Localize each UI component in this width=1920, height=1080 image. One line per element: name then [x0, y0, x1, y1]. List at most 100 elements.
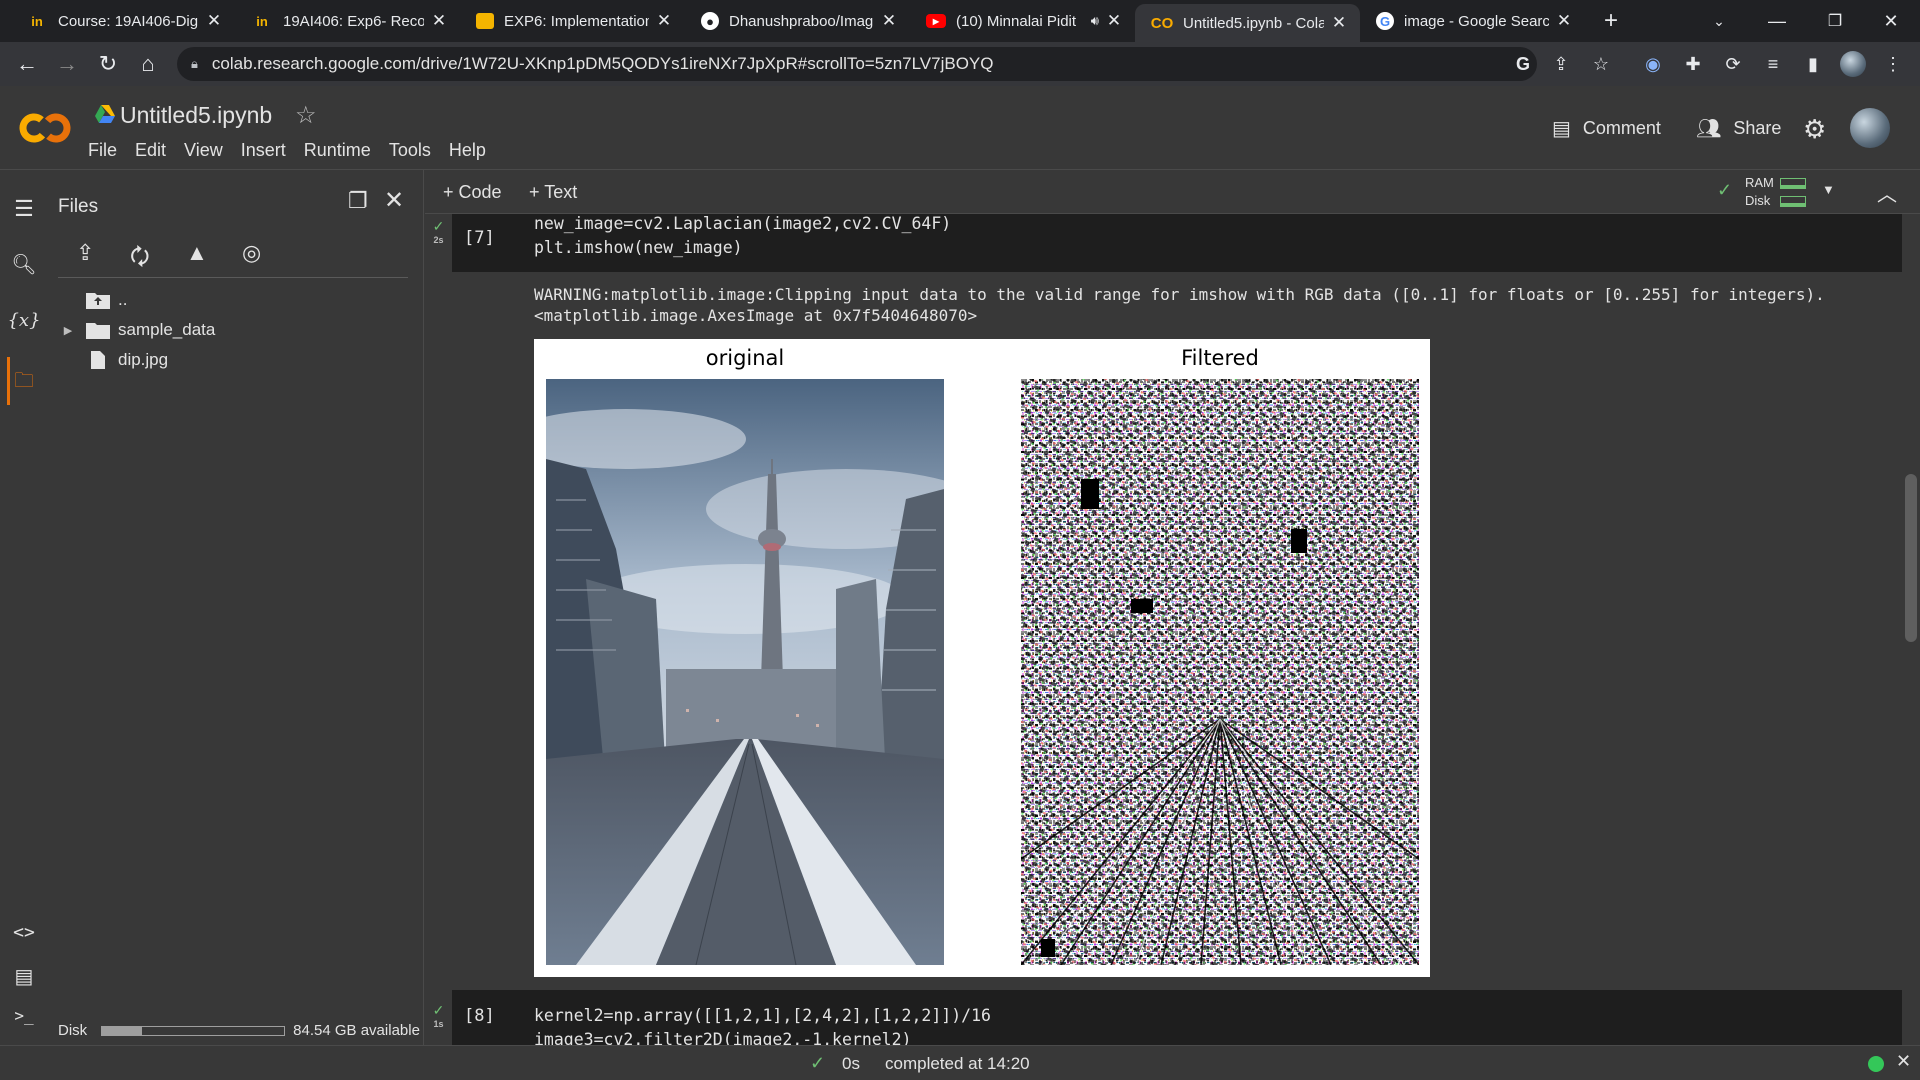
- menu-insert[interactable]: Insert: [241, 140, 286, 161]
- speaker-icon[interactable]: 🔊︎: [1091, 13, 1099, 29]
- window-close-icon[interactable]: ✕: [1862, 0, 1920, 42]
- share-button[interactable]: 👥︎ Share: [1696, 116, 1781, 141]
- tab-close-icon[interactable]: ✕: [1555, 11, 1573, 31]
- tab-close-icon[interactable]: ✕: [430, 11, 448, 31]
- side-panel-icon[interactable]: ▮: [1795, 42, 1831, 86]
- minimize-icon[interactable]: —: [1748, 0, 1806, 42]
- menu-help[interactable]: Help: [449, 140, 486, 161]
- tab-title: image - Google Searc: [1404, 12, 1549, 30]
- close-panel-icon[interactable]: ✕: [384, 186, 404, 215]
- code-snippets-icon[interactable]: <>: [0, 922, 48, 943]
- open-in-tab-icon[interactable]: ❐: [348, 188, 368, 214]
- code-line[interactable]: kernel2=np.array([[1,2,1],[2,4,2],[1,2,2…: [534, 1004, 991, 1028]
- menu-runtime[interactable]: Runtime: [304, 140, 371, 161]
- tab-close-icon[interactable]: ✕: [1330, 13, 1348, 33]
- code-line[interactable]: plt.imshow(new_image): [534, 236, 743, 260]
- star-icon[interactable]: ☆: [295, 101, 317, 130]
- code-line[interactable]: new_image=cv2.Laplacian(image2,cv2.CV_64…: [534, 214, 951, 236]
- tab-title: (10) Minnalai Pidit: [956, 12, 1077, 30]
- restore-icon[interactable]: ❐: [1806, 0, 1864, 42]
- tab-close-icon[interactable]: ✕: [655, 11, 673, 31]
- menu-file[interactable]: File: [88, 140, 117, 161]
- expand-caret-icon[interactable]: ▶: [58, 324, 78, 337]
- forward-arrow-icon[interactable]: →: [47, 42, 87, 86]
- terminal-icon[interactable]: >_: [0, 1006, 48, 1025]
- extension-icon[interactable]: ◉: [1635, 42, 1671, 86]
- browser-tab-colab-active[interactable]: CO Untitled5.ipynb - Cola ✕: [1135, 4, 1360, 42]
- puzzle-extensions-icon[interactable]: ✚: [1675, 42, 1711, 86]
- google-lens-icon[interactable]: G: [1505, 42, 1541, 86]
- status-close-icon[interactable]: ✕: [1896, 1051, 1911, 1072]
- search-icon[interactable]: 🔍︎: [0, 252, 48, 277]
- tab-close-icon[interactable]: ✕: [205, 11, 223, 31]
- resources-indicator[interactable]: RAM Disk: [1745, 174, 1807, 210]
- account-avatar[interactable]: [1850, 108, 1890, 148]
- url-text: colab.research.google.com/drive/1W72U-XK…: [211, 54, 994, 73]
- browser-tab-exp6-record[interactable]: in 19AI406: Exp6- Recorc ✕: [235, 0, 460, 42]
- cell-run-status[interactable]: ✓ 1s: [425, 1002, 452, 1029]
- command-palette-icon[interactable]: ▤: [0, 964, 48, 989]
- tab-search-chevron-icon[interactable]: ⌄: [1690, 0, 1748, 42]
- hide-files-icon[interactable]: ◎: [242, 240, 261, 266]
- cell-run-status[interactable]: ✓ 2s: [425, 218, 452, 245]
- ram-bar: [1779, 178, 1806, 190]
- notebook-scrollbar[interactable]: [1905, 474, 1917, 642]
- code-cell-8[interactable]: ✓ 1s [8] kernel2=np.array([[1,2,1],[2,4,…: [433, 990, 1902, 1045]
- menu-tools[interactable]: Tools: [389, 140, 431, 161]
- browser-tab-exp6-implementation[interactable]: EXP6: Implementation ✕: [460, 0, 685, 42]
- browser-menu-icon[interactable]: ⋮: [1875, 42, 1911, 86]
- home-icon[interactable]: ⌂: [128, 42, 168, 86]
- runtime-status-indicator[interactable]: [1868, 1056, 1884, 1072]
- media-queue-icon[interactable]: ≡: [1755, 42, 1791, 86]
- browser-tab-course[interactable]: in Course: 19AI406-Digit ✕: [10, 0, 235, 42]
- variables-icon[interactable]: {x}: [0, 310, 48, 331]
- code-cell-7[interactable]: ✓ 2s [7] new_image=cv2.Laplacian(image2,…: [433, 214, 1902, 272]
- rail-active-indicator: [7, 357, 10, 405]
- profile-avatar-icon[interactable]: [1835, 42, 1871, 86]
- settings-gear-icon[interactable]: ⚙: [1803, 114, 1826, 145]
- notebook-title[interactable]: Untitled5.ipynb: [120, 102, 272, 129]
- browser-tab-youtube[interactable]: ▶ (10) Minnalai Pidit 🔊︎ ✕: [910, 0, 1135, 42]
- repr-output: <matplotlib.image.AxesImage at 0x7f54046…: [534, 306, 978, 325]
- tree-item-sample-data[interactable]: ▶ sample_data: [58, 320, 215, 340]
- browser-tab-github[interactable]: ● Dhanushpraboo/Imag ✕: [685, 0, 910, 42]
- share-page-icon[interactable]: ⇪: [1543, 42, 1579, 86]
- tab-favicon-icon: in: [256, 13, 268, 29]
- status-elapsed: 0s: [842, 1054, 860, 1073]
- tree-item-parent[interactable]: ..: [58, 290, 127, 310]
- tree-item-dip-jpg[interactable]: dip.jpg: [58, 350, 168, 370]
- mount-drive-icon[interactable]: ▲: [186, 240, 208, 266]
- tab-title: EXP6: Implementation: [504, 12, 649, 30]
- reload-icon[interactable]: ↻: [88, 42, 128, 86]
- browser-tab-strip: in Course: 19AI406-Digit ✕ in 19AI406: E…: [0, 0, 1920, 42]
- add-text-button[interactable]: + Text: [529, 182, 577, 203]
- table-of-contents-icon[interactable]: ☰: [0, 196, 48, 222]
- upload-file-icon[interactable]: ⇪: [76, 240, 94, 266]
- files-panel: Files ❐ ✕ ⇪ 🗘 ▲ ◎ .. ▶ sample_data dip.j…: [48, 170, 424, 1045]
- menu-view[interactable]: View: [184, 140, 223, 161]
- code-line[interactable]: image3=cv2.filter2D(image2,-1,kernel2): [534, 1028, 912, 1045]
- menu-edit[interactable]: Edit: [135, 140, 166, 161]
- tab-close-icon[interactable]: ✕: [880, 11, 898, 31]
- back-arrow-icon[interactable]: ←: [7, 42, 47, 86]
- share-label: Share: [1733, 118, 1782, 138]
- address-bar[interactable]: 🔒︎ colab.research.google.com/drive/1W72U…: [177, 47, 1537, 81]
- colab-logo-icon[interactable]: [18, 106, 72, 150]
- resources-dropdown-icon[interactable]: ▼: [1822, 182, 1835, 197]
- tab-title: Untitled5.ipynb - Cola: [1183, 14, 1324, 32]
- add-code-button[interactable]: + Code: [443, 182, 502, 203]
- status-completed[interactable]: completed at 14:20: [885, 1054, 1030, 1074]
- google-drive-icon[interactable]: [95, 104, 115, 124]
- browser-tab-google-search[interactable]: G image - Google Searc ✕: [1360, 0, 1585, 42]
- success-check-icon: ✓: [432, 218, 445, 234]
- tab-close-icon[interactable]: ✕: [1105, 11, 1123, 31]
- sync-icon[interactable]: ⟳: [1715, 42, 1751, 86]
- new-tab-icon[interactable]: +: [1582, 0, 1640, 42]
- comment-label: Comment: [1582, 118, 1661, 138]
- bookmark-star-icon[interactable]: ☆: [1583, 42, 1619, 86]
- github-icon: ●: [701, 12, 719, 30]
- comment-button[interactable]: ▤ Comment: [1552, 116, 1661, 141]
- refresh-folder-icon[interactable]: 🗘: [130, 240, 150, 278]
- collapse-header-icon[interactable]: ︿: [1877, 178, 1897, 207]
- status-check-icon: ✓: [810, 1053, 826, 1073]
